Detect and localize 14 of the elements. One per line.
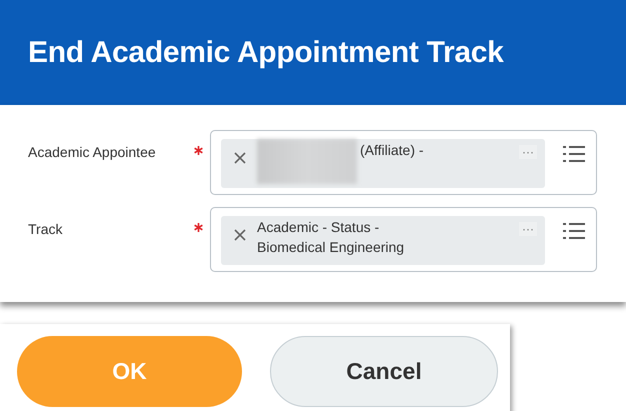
remove-icon[interactable]: [234, 229, 246, 241]
list-icon[interactable]: [563, 145, 585, 163]
list-icon[interactable]: [563, 222, 585, 240]
value-text: (Affiliate) -: [359, 141, 424, 160]
page-title: End Academic Appointment Track: [28, 36, 504, 70]
more-button[interactable]: ···: [519, 145, 537, 159]
cancel-button[interactable]: Cancel: [270, 336, 498, 407]
remove-icon[interactable]: [234, 152, 246, 164]
prompt-field[interactable]: (Affiliate) - ···: [210, 130, 597, 195]
field-label: Track: [27, 220, 64, 237]
field-label: Academic Appointee: [27, 143, 157, 160]
prompt-field[interactable]: Academic - Status - Biomedical Engineering ···: [210, 207, 597, 272]
more-button[interactable]: ···: [519, 222, 537, 236]
value-text: Academic - Status - Biomedical Engineering: [257, 218, 404, 257]
